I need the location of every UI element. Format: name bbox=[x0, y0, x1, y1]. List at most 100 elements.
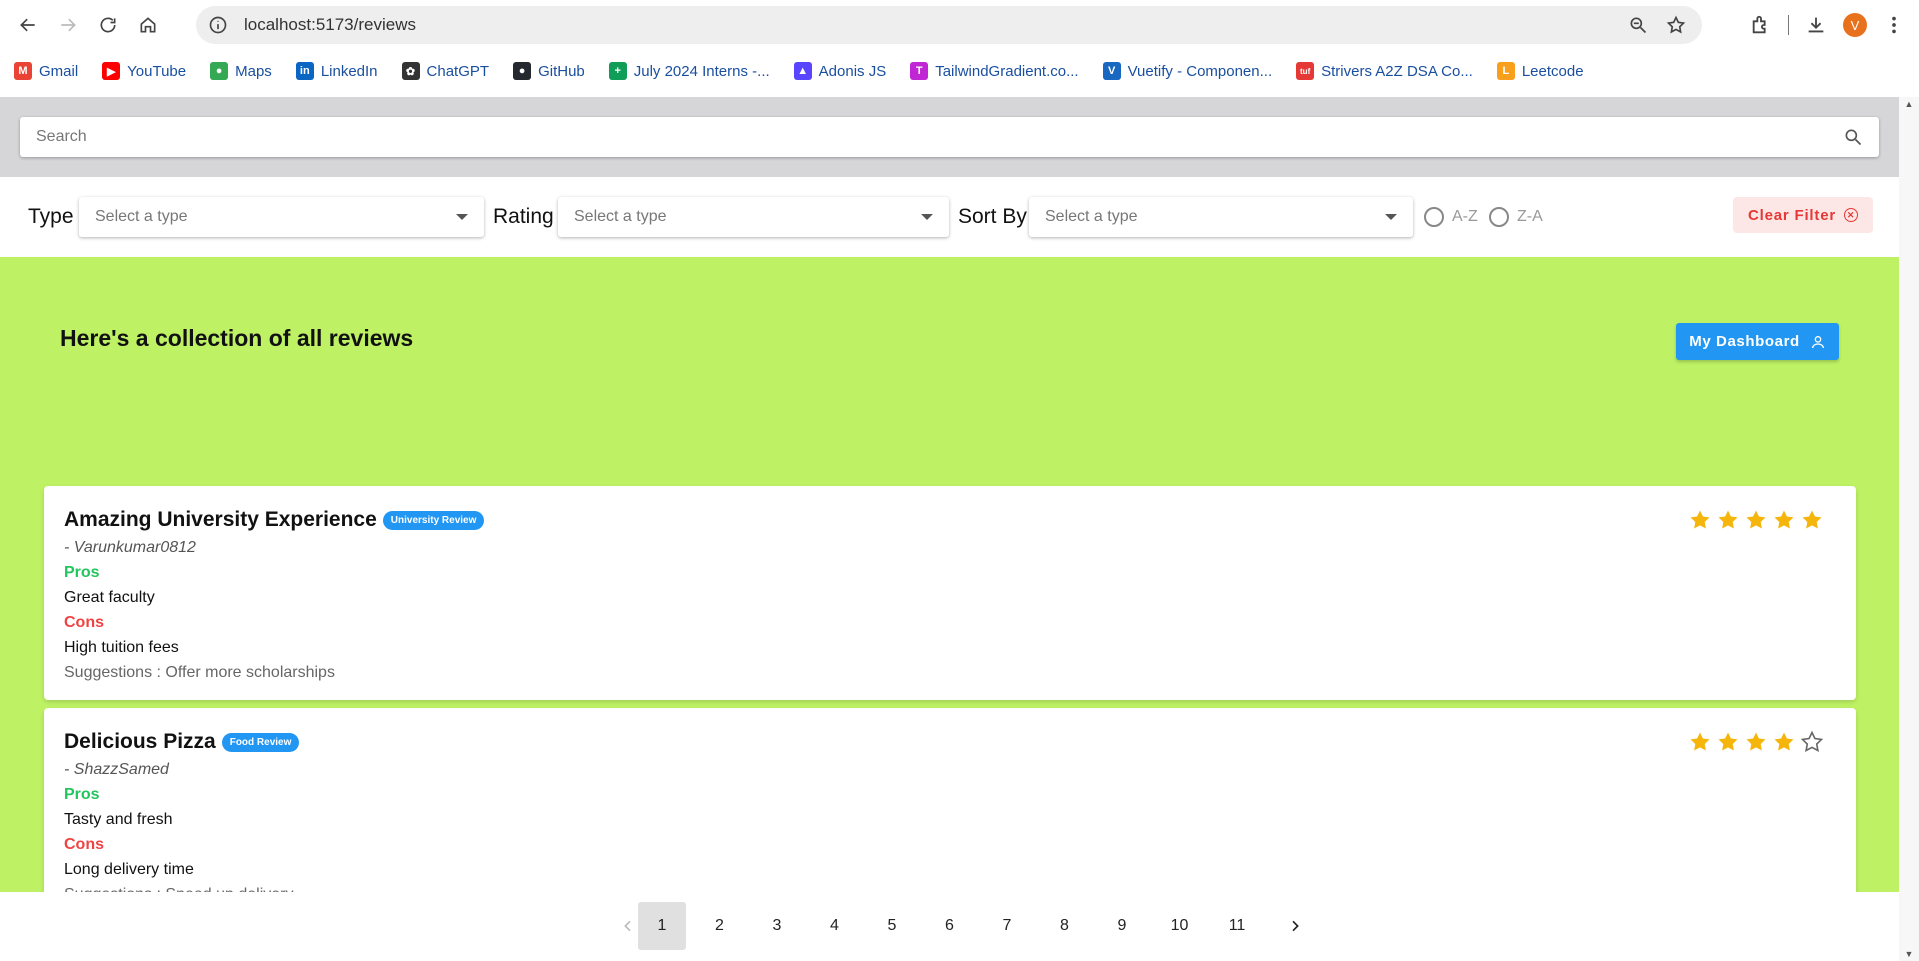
cons-heading: Cons bbox=[64, 614, 104, 631]
bookmark-item[interactable]: ▶ YouTube bbox=[102, 62, 186, 80]
site-info-icon[interactable] bbox=[206, 13, 230, 37]
bookmark-label: Vuetify - Componen... bbox=[1127, 62, 1273, 80]
url-text[interactable]: localhost:5173/reviews bbox=[244, 15, 416, 35]
review-title: Delicious Pizza bbox=[64, 730, 216, 753]
type-select[interactable]: Select a type bbox=[79, 197, 484, 237]
review-author: - ShazzSamed bbox=[64, 761, 169, 778]
bookmark-item[interactable]: L Leetcode bbox=[1496, 62, 1584, 80]
chatgpt-icon: ✿ bbox=[401, 62, 420, 80]
my-dashboard-button[interactable]: My Dashboard bbox=[1676, 323, 1839, 360]
app-root: Type Select a type Rating Select a type … bbox=[0, 97, 1899, 961]
bookmark-label: Adonis JS bbox=[818, 62, 887, 80]
search-icon[interactable] bbox=[1843, 127, 1863, 147]
page-button[interactable]: 10 bbox=[1156, 902, 1204, 950]
page-button[interactable]: 6 bbox=[926, 902, 974, 950]
sort-by-label: Sort By bbox=[958, 205, 1027, 228]
star-filled-icon bbox=[1746, 732, 1766, 751]
rating-label: Rating bbox=[493, 205, 554, 228]
page-button[interactable]: 8 bbox=[1041, 902, 1089, 950]
page-button[interactable]: 4 bbox=[811, 902, 859, 950]
next-page-button[interactable] bbox=[1271, 902, 1319, 950]
scroll-down-arrow-icon[interactable]: ▼ bbox=[1899, 947, 1919, 961]
page-scrollbar[interactable]: ▲ ▼ bbox=[1899, 97, 1919, 961]
radio-az-label: A-Z bbox=[1452, 208, 1478, 225]
zoom-icon[interactable] bbox=[1628, 15, 1648, 35]
page-button[interactable]: 11 bbox=[1213, 902, 1261, 950]
sort-select[interactable]: Select a type bbox=[1029, 197, 1413, 237]
bookmarks-bar: M Gmail ▶ YouTube ● Maps in LinkedIn ✿ ChatGPT ● Gi… bbox=[0, 55, 1919, 87]
cons-text: Long delivery time bbox=[64, 861, 194, 878]
bookmark-item[interactable]: M Gmail bbox=[14, 62, 78, 80]
adonis-icon: ▲ bbox=[793, 62, 812, 80]
bookmark-item[interactable]: + July 2024 Interns -... bbox=[608, 62, 770, 80]
rating-select[interactable]: Select a type bbox=[558, 197, 949, 237]
page-button[interactable]: 3 bbox=[753, 902, 801, 950]
menu-kebab-icon[interactable] bbox=[1883, 14, 1905, 36]
scroll-up-arrow-icon[interactable]: ▲ bbox=[1899, 97, 1919, 111]
suggestions-text: Suggestions : Offer more scholarships bbox=[64, 664, 335, 681]
bookmark-item[interactable]: T TailwindGradient.co... bbox=[910, 62, 1079, 80]
home-button[interactable] bbox=[128, 5, 168, 45]
review-type-badge: University Review bbox=[382, 510, 485, 530]
bookmark-label: Maps bbox=[235, 62, 272, 80]
chevron-down-icon bbox=[1385, 214, 1397, 220]
page-button[interactable]: 1 bbox=[638, 902, 686, 950]
reload-button[interactable] bbox=[88, 5, 128, 45]
chevron-down-icon bbox=[921, 214, 933, 220]
home-icon bbox=[140, 17, 156, 33]
bookmark-item[interactable]: ● Maps bbox=[210, 62, 272, 80]
search-field[interactable] bbox=[20, 117, 1879, 157]
star-filled-icon bbox=[1718, 732, 1738, 751]
pros-text: Great faculty bbox=[64, 589, 155, 606]
review-card[interactable]: Delicious Pizza Food Review - ShazzSamed… bbox=[44, 708, 1856, 922]
radio-az[interactable]: A-Z bbox=[1424, 207, 1478, 227]
review-author: - Varunkumar0812 bbox=[64, 539, 196, 556]
back-arrow-icon bbox=[20, 18, 35, 32]
pros-heading: Pros bbox=[64, 564, 100, 581]
bookmark-item[interactable]: ✿ ChatGPT bbox=[401, 62, 489, 80]
cons-text: High tuition fees bbox=[64, 639, 179, 656]
page-button[interactable]: 2 bbox=[696, 902, 744, 950]
toolbar-divider bbox=[1788, 15, 1789, 35]
page-button[interactable]: 7 bbox=[983, 902, 1031, 950]
back-button[interactable] bbox=[8, 5, 48, 45]
downloads-icon[interactable] bbox=[1805, 14, 1827, 36]
close-circle-icon: ✕ bbox=[1843, 208, 1858, 222]
page-button[interactable]: 9 bbox=[1098, 902, 1146, 950]
star-filled-icon bbox=[1718, 510, 1738, 529]
review-card[interactable]: Amazing University Experience University… bbox=[44, 486, 1856, 700]
extensions-icon[interactable] bbox=[1750, 14, 1772, 36]
star-rating bbox=[1688, 508, 1824, 532]
bookmark-item[interactable]: ▲ Adonis JS bbox=[793, 62, 887, 80]
reload-icon bbox=[100, 17, 116, 33]
reviews-section: Here's a collection of all reviews My Da… bbox=[0, 257, 1899, 922]
pros-text: Tasty and fresh bbox=[64, 811, 173, 828]
page-button[interactable]: 5 bbox=[868, 902, 916, 950]
user-icon bbox=[1811, 335, 1824, 348]
profile-avatar[interactable]: V bbox=[1843, 13, 1867, 37]
clear-filter-button[interactable]: Clear Filter ✕ bbox=[1733, 197, 1873, 233]
github-icon: ● bbox=[513, 62, 532, 80]
star-rating bbox=[1688, 730, 1824, 754]
maps-icon: ● bbox=[210, 62, 229, 80]
bookmark-star-icon[interactable] bbox=[1666, 15, 1686, 35]
linkedin-icon: in bbox=[295, 62, 314, 80]
bookmark-label: LinkedIn bbox=[320, 62, 378, 80]
bookmark-item[interactable]: ● GitHub bbox=[513, 62, 585, 80]
pros-heading: Pros bbox=[64, 786, 100, 803]
bookmark-item[interactable]: in LinkedIn bbox=[295, 62, 378, 80]
search-input[interactable] bbox=[36, 128, 1843, 146]
radio-za[interactable]: Z-A bbox=[1489, 207, 1543, 227]
tailwindgradient-icon: T bbox=[910, 62, 929, 80]
chevron-left-icon bbox=[624, 920, 631, 932]
bookmark-item[interactable]: V Vuetify - Componen... bbox=[1102, 62, 1273, 80]
sort-select-value: Select a type bbox=[1045, 208, 1138, 225]
forward-arrow-icon bbox=[61, 18, 76, 32]
address-bar[interactable]: localhost:5173/reviews bbox=[196, 6, 1702, 44]
forward-button[interactable] bbox=[48, 5, 88, 45]
star-filled-icon bbox=[1774, 510, 1794, 529]
star-filled-icon bbox=[1746, 510, 1766, 529]
star-outline-icon bbox=[1800, 730, 1824, 752]
bookmark-item[interactable]: tuf Strivers A2Z DSA Co... bbox=[1296, 62, 1473, 80]
review-title: Amazing University Experience bbox=[64, 508, 377, 531]
